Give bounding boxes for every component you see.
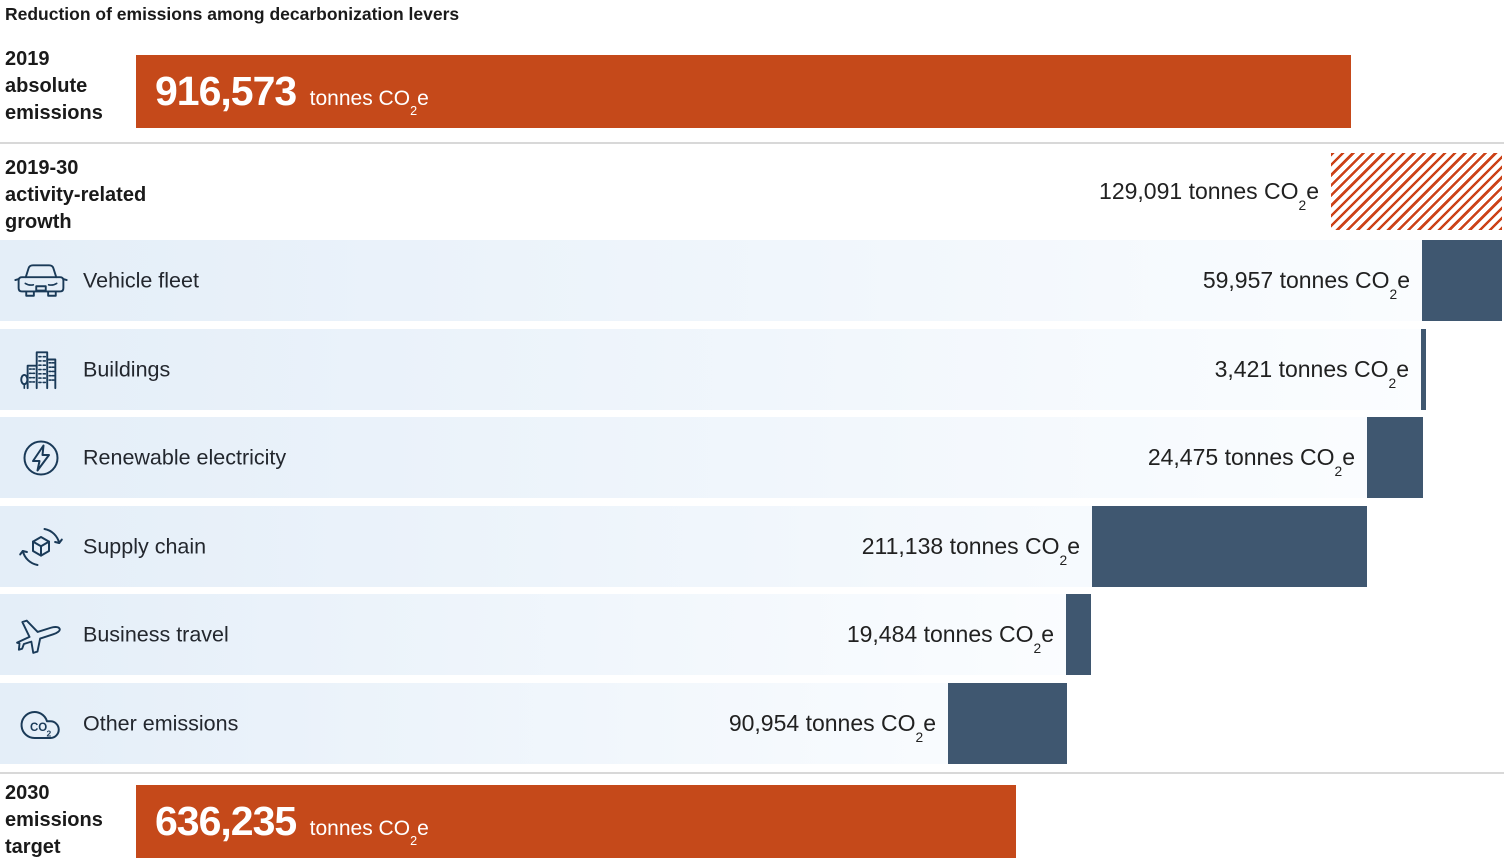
buildings-value: 3,421 tonnes CO2e xyxy=(1215,329,1409,410)
lever-row-other-emissions: CO 2 Other emissions 90,954 tonnes CO2e xyxy=(0,683,1067,764)
supply-chain-icon xyxy=(12,524,70,570)
co2-cloud-icon: CO 2 xyxy=(12,702,70,746)
car-icon xyxy=(12,261,70,301)
svg-text:CO: CO xyxy=(30,722,47,734)
buildings-icon xyxy=(12,349,70,391)
lever-row-business-travel: Business travel 19,484 tonnes CO2e xyxy=(0,594,1091,675)
lever-label: Buildings xyxy=(83,357,170,382)
lever-label: Renewable electricity xyxy=(83,445,286,470)
target-bar-unit: tonnes CO2e xyxy=(310,817,429,840)
lever-row-vehicle-fleet: Vehicle fleet 59,957 tonnes CO2e xyxy=(0,240,1502,321)
other-emissions-value: 90,954 tonnes CO2e xyxy=(729,683,936,764)
lever-label: Vehicle fleet xyxy=(83,268,199,293)
separator-bottom xyxy=(0,772,1504,774)
supply-chain-value: 211,138 tonnes CO2e xyxy=(862,506,1080,587)
renewable-electricity-bar xyxy=(1367,417,1423,498)
target-bar-value: 636,235 xyxy=(155,798,296,844)
start-bar: 916,573 tonnes CO2e xyxy=(136,55,1351,128)
vehicle-fleet-bar xyxy=(1422,240,1502,321)
target-bar: 636,235 tonnes CO2e xyxy=(136,785,1016,858)
growth-hatched-bar xyxy=(1331,153,1502,230)
chart-title: Reduction of emissions among decarboniza… xyxy=(5,4,459,25)
waterfall-chart: Reduction of emissions among decarboniza… xyxy=(0,0,1504,863)
other-emissions-bar xyxy=(948,683,1067,764)
lever-label: Business travel xyxy=(83,622,229,647)
lever-row-supply-chain: Supply chain 211,138 tonnes CO2e xyxy=(0,506,1367,587)
separator-top xyxy=(0,142,1504,144)
start-bar-value: 916,573 xyxy=(155,68,296,114)
start-bar-unit: tonnes CO2e xyxy=(310,87,429,110)
growth-label-line: 2019-30 xyxy=(5,155,195,182)
growth-label-line: activity-related xyxy=(5,182,195,209)
airplane-icon xyxy=(12,613,70,657)
renewable-electricity-value: 24,475 tonnes CO2e xyxy=(1148,417,1355,498)
business-travel-value: 19,484 tonnes CO2e xyxy=(847,594,1054,675)
growth-row-label: 2019-30 activity-related growth xyxy=(5,155,195,236)
lever-label: Other emissions xyxy=(83,711,238,736)
lightning-icon xyxy=(12,435,70,481)
business-travel-bar xyxy=(1066,594,1091,675)
supply-chain-bar xyxy=(1092,506,1367,587)
growth-label-line: growth xyxy=(5,209,195,236)
vehicle-fleet-value: 59,957 tonnes CO2e xyxy=(1203,240,1410,321)
growth-value: 129,091 tonnes CO2e xyxy=(1099,153,1319,230)
lever-row-renewable-electricity: Renewable electricity 24,475 tonnes CO2e xyxy=(0,417,1423,498)
lever-label: Supply chain xyxy=(83,534,206,559)
svg-text:2: 2 xyxy=(47,728,52,738)
lever-row-buildings: Buildings 3,421 tonnes CO2e xyxy=(0,329,1426,410)
buildings-bar xyxy=(1421,329,1426,410)
